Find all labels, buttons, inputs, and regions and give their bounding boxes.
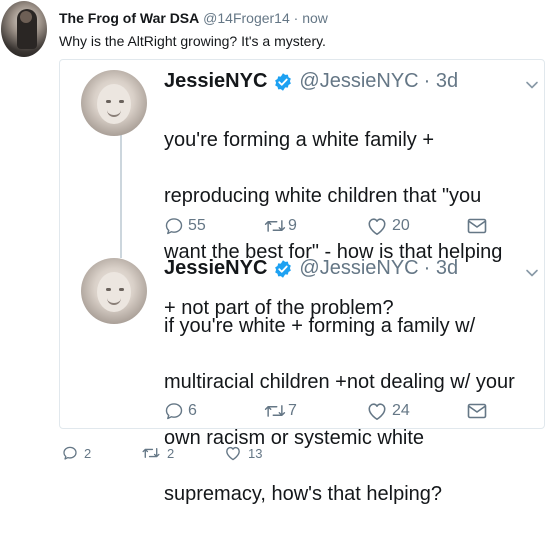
quoted-tweet-1-handle[interactable]: @JessieNYC [299,70,418,93]
heart-icon [368,218,386,235]
quoted-tweet-2-line: multiracial children +not dealing w/ you… [164,371,515,393]
outer-like-count: 13 [248,445,263,461]
reply-button[interactable]: 55 [164,216,206,236]
quoted-tweet-1-line: reproducing white children that "you [164,185,482,207]
retweet-button[interactable]: 7 [263,401,297,421]
retweet-count: 9 [288,217,297,234]
envelope-icon[interactable] [467,403,487,419]
quoted-tweet-2-text: if you're white + forming a family w/ mu… [164,284,544,536]
chevron-down-icon[interactable] [524,77,540,93]
retweet-icon [142,448,160,458]
outer-reply-count: 2 [84,445,92,461]
outer-handle[interactable]: @14Froger14 [203,10,290,26]
like-button[interactable]: 20 [366,216,410,236]
reply-icon [63,446,77,460]
outer-separator: · [289,10,303,26]
outer-avatar[interactable] [1,1,47,57]
heart-icon [226,446,240,461]
quoted-tweet-2-header: JessieNYC @JessieNYC · 3d [164,257,458,280]
quoted-tweet-1-display-name[interactable]: JessieNYC [164,70,267,93]
outer-like-button[interactable]: 13 [224,445,262,461]
jessie-avatar[interactable] [81,258,147,324]
thread-connector-line [120,132,122,258]
like-count: 24 [392,402,410,419]
reply-count: 6 [188,402,197,419]
retweet-icon [264,405,286,417]
verified-badge-icon [275,259,292,278]
outer-timestamp[interactable]: now [302,10,328,26]
outer-tweet-text: Why is the AltRight growing? It's a myst… [59,33,326,49]
retweet-count: 7 [288,402,297,419]
reply-button[interactable]: 6 [164,401,197,421]
outer-retweet-count: 2 [167,445,175,461]
quoted-tweet-1-header: JessieNYC @JessieNYC · 3d [164,70,458,93]
outer-retweet-button[interactable]: 2 [141,445,174,461]
like-count: 20 [392,217,410,234]
like-button[interactable]: 24 [366,401,410,421]
outer-tweet-header: The Frog of War DSA @14Froger14 · now [59,10,328,26]
jessie-avatar[interactable] [81,70,147,136]
verified-badge-icon [275,72,292,91]
quoted-tweet-1-line: you're forming a white family + [164,129,435,151]
heart-icon [368,403,386,420]
quoted-tweet-2-timestamp[interactable]: · 3d [424,257,458,280]
quoted-tweet-2-line: own racism or systemic white [164,427,425,449]
quoted-tweet-2-handle[interactable]: @JessieNYC [299,257,418,280]
quoted-tweet-2-line: supremacy, how's that helping? [164,483,443,505]
outer-reply-button[interactable]: 2 [62,445,91,461]
reply-icon [165,218,183,235]
reply-icon [165,403,183,420]
retweet-icon [264,220,286,232]
outer-display-name[interactable]: The Frog of War DSA [59,10,199,26]
quoted-tweet-2-line: if you're white + forming a family w/ [164,315,476,337]
chevron-down-icon[interactable] [524,265,540,281]
envelope-icon[interactable] [467,218,487,234]
reply-count: 55 [188,217,206,234]
quoted-tweet-2-display-name[interactable]: JessieNYC [164,257,267,280]
retweet-button[interactable]: 9 [263,216,297,236]
quoted-tweet-1-timestamp[interactable]: · 3d [424,70,458,93]
